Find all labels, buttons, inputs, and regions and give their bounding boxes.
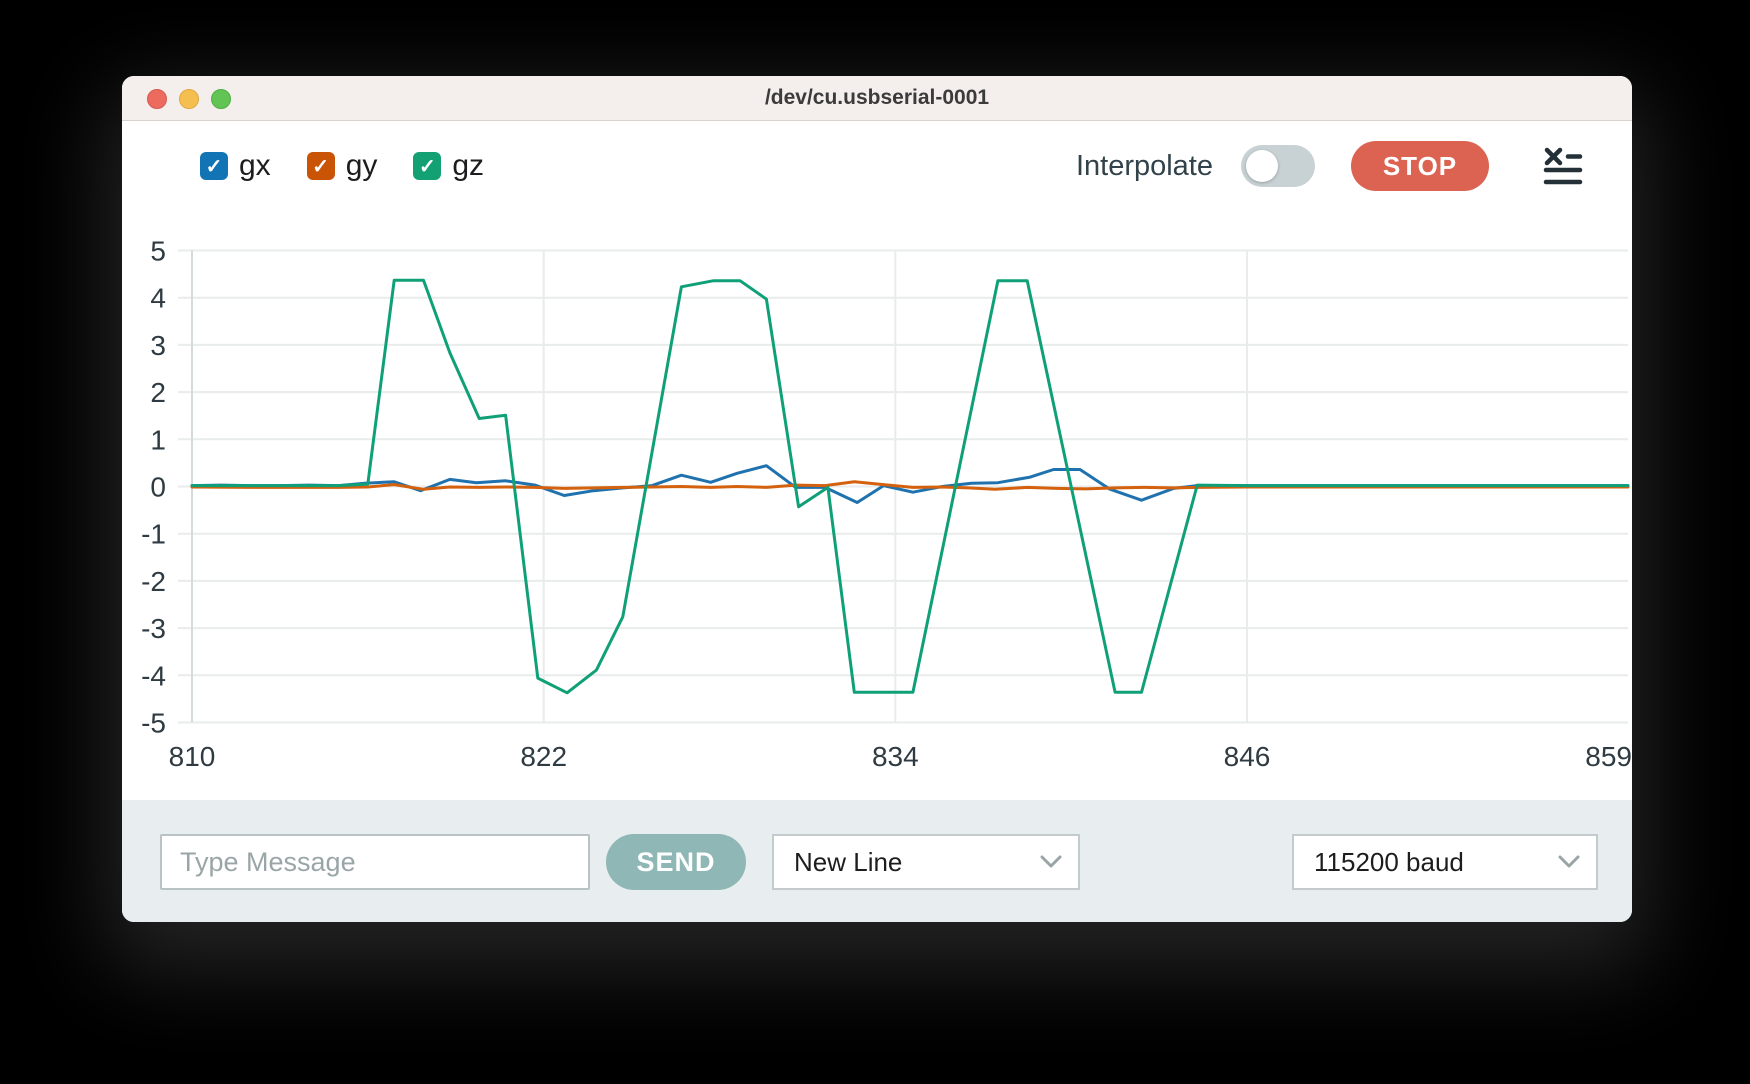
gx-label: gx (239, 149, 271, 183)
gy-label: gy (346, 149, 378, 183)
line-ending-value: New Line (794, 847, 902, 878)
baud-rate-value: 115200 baud (1314, 847, 1464, 878)
clear-list-icon (1543, 146, 1583, 186)
line-ending-select[interactable]: New Line (772, 834, 1080, 890)
interpolate-label: Interpolate (1076, 150, 1213, 183)
clear-list-button[interactable] (1543, 146, 1583, 186)
svg-text:-4: -4 (141, 660, 166, 691)
series-toggles: ✓ gx ✓ gy ✓ gz (200, 149, 484, 183)
app-window: /dev/cu.usbserial-0001 ✓ gx ✓ gy ✓ gz In… (122, 76, 1632, 922)
svg-text:5: 5 (150, 236, 166, 267)
zoom-window-button[interactable] (211, 89, 231, 109)
svg-text:-3: -3 (141, 613, 166, 644)
title-bar: /dev/cu.usbserial-0001 (122, 76, 1632, 121)
window-title: /dev/cu.usbserial-0001 (122, 76, 1632, 120)
svg-text:-2: -2 (141, 566, 166, 597)
traffic-lights (147, 89, 231, 109)
close-window-button[interactable] (147, 89, 167, 109)
toggle-knob (1246, 150, 1278, 182)
svg-text:834: 834 (872, 741, 919, 772)
svg-text:2: 2 (150, 377, 166, 408)
svg-text:1: 1 (150, 424, 166, 455)
svg-text:822: 822 (520, 741, 567, 772)
svg-text:3: 3 (150, 330, 166, 361)
gy-checkbox[interactable]: ✓ (307, 152, 335, 180)
message-input[interactable] (160, 834, 590, 890)
series-toggle-gx[interactable]: ✓ gx (200, 149, 271, 183)
gz-label: gz (452, 149, 484, 183)
minimize-window-button[interactable] (179, 89, 199, 109)
toolbar: ✓ gx ✓ gy ✓ gz Interpolate STOP (122, 130, 1632, 202)
screenshot-stage: /dev/cu.usbserial-0001 ✓ gx ✓ gy ✓ gz In… (0, 0, 1750, 1084)
line-chart: 5 4 3 2 1 0 -1 -2 -3 -4 -5810 822 834 846 859 (122, 202, 1632, 802)
svg-text:859: 859 (1585, 741, 1632, 772)
chevron-down-icon (1040, 855, 1062, 869)
toolbar-right: Interpolate STOP (1076, 141, 1583, 191)
svg-text:0: 0 (150, 472, 166, 503)
series-toggle-gy[interactable]: ✓ gy (307, 149, 378, 183)
message-bar: SEND New Line 115200 baud (122, 800, 1632, 922)
svg-text:846: 846 (1224, 741, 1271, 772)
svg-text:4: 4 (150, 283, 166, 314)
gz-checkbox[interactable]: ✓ (413, 152, 441, 180)
interpolate-toggle[interactable] (1241, 145, 1315, 187)
svg-text:-5: -5 (141, 708, 166, 739)
svg-text:810: 810 (169, 741, 216, 772)
baud-rate-select[interactable]: 115200 baud (1292, 834, 1598, 890)
series-toggle-gz[interactable]: ✓ gz (413, 149, 484, 183)
send-button[interactable]: SEND (606, 834, 746, 890)
svg-text:-1: -1 (141, 519, 166, 550)
gx-checkbox[interactable]: ✓ (200, 152, 228, 180)
stop-button[interactable]: STOP (1351, 141, 1489, 191)
chevron-down-icon (1558, 855, 1580, 869)
